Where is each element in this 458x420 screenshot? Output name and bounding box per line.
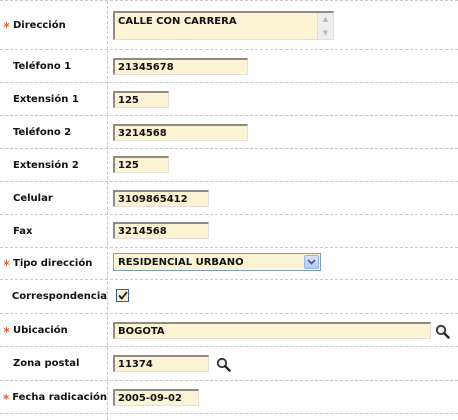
row-zona-postal: Zona postal 11374 <box>0 347 458 381</box>
row-correspondencia: Correspondencia <box>0 280 458 314</box>
extension-1-input[interactable]: 125 <box>113 91 169 108</box>
address-form: * Dirección CALLE CON CARRERA ▲ ▼ Teléfo… <box>0 0 458 420</box>
ubicacion-input[interactable]: BOGOTA <box>113 322 431 339</box>
direccion-value: CALLE CON CARRERA <box>118 16 237 27</box>
label-celular: Celular <box>13 192 53 204</box>
required-marker: * <box>3 258 10 272</box>
label-correspondencia: Correspondencia <box>11 291 107 302</box>
row-ubicacion: * Ubicación BOGOTA <box>0 314 458 347</box>
scroll-down-icon[interactable]: ▼ <box>318 27 333 39</box>
correspondencia-checkbox[interactable] <box>116 289 129 302</box>
label-telefono-2: Teléfono 2 <box>13 126 72 138</box>
label-extension-2: Extensión 2 <box>13 159 79 171</box>
magnifier-icon[interactable] <box>215 356 231 372</box>
required-marker: * <box>3 324 10 339</box>
textarea-scrollbar[interactable]: ▲ ▼ <box>317 13 333 39</box>
chevron-down-icon[interactable] <box>304 255 319 269</box>
scroll-up-icon[interactable]: ▲ <box>318 13 333 25</box>
row-fax: Fax 3214568 <box>0 215 458 248</box>
row-fecha-radicacion: * Fecha radicación 2005-09-02 <box>0 381 458 414</box>
row-tipo-direccion: * Tipo dirección RESIDENCIAL URBANO <box>0 248 458 280</box>
label-fax: Fax <box>13 225 33 237</box>
fecha-radicacion-input[interactable]: 2005-09-02 <box>113 389 199 406</box>
label-telefono-1: Teléfono 1 <box>13 60 72 72</box>
tipo-direccion-value: RESIDENCIAL URBANO <box>118 257 244 268</box>
label-ubicacion: * Ubicación <box>0 314 107 346</box>
row-telefono-2: Teléfono 2 3214568 <box>0 116 458 149</box>
required-marker: * <box>3 19 10 34</box>
zona-postal-input[interactable]: 11374 <box>113 355 209 372</box>
celular-input[interactable]: 3109865412 <box>113 190 209 207</box>
telefono-1-input[interactable]: 21345678 <box>113 58 248 75</box>
row-extension-2: Extensión 2 125 <box>0 149 458 182</box>
fax-input[interactable]: 3214568 <box>113 222 209 239</box>
row-celular: Celular 3109865412 <box>0 182 458 215</box>
label-fecha-radicacion: * Fecha radicación <box>0 381 107 413</box>
label-zona-postal: Zona postal <box>13 358 80 369</box>
telefono-2-input[interactable]: 3214568 <box>113 124 248 141</box>
extension-2-input[interactable]: 125 <box>113 156 169 173</box>
row-telefono-1: Teléfono 1 21345678 <box>0 50 458 83</box>
direccion-textarea[interactable]: CALLE CON CARRERA ▲ ▼ <box>113 11 334 40</box>
row-extension-1: Extensión 1 125 <box>0 83 458 116</box>
magnifier-icon[interactable] <box>434 323 450 339</box>
label-extension-1: Extensión 1 <box>13 93 79 105</box>
label-tipo-direccion: * Tipo dirección <box>0 248 107 279</box>
label-direccion: * Dirección <box>0 1 107 49</box>
required-marker: * <box>2 391 10 406</box>
tipo-direccion-select[interactable]: RESIDENCIAL URBANO <box>113 253 321 271</box>
checkmark-icon <box>117 291 128 300</box>
row-direccion: * Dirección CALLE CON CARRERA ▲ ▼ <box>0 1 458 50</box>
